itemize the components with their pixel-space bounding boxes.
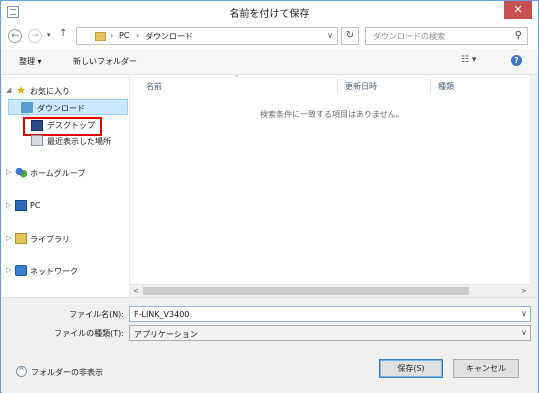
forward-arrow-icon[interactable]: →: [28, 29, 42, 43]
folder-icon: [95, 32, 106, 41]
breadcrumb-separator[interactable]: ›: [136, 31, 139, 40]
scrollbar-thumb[interactable]: [143, 287, 469, 295]
up-arrow-icon[interactable]: ↑: [59, 28, 67, 39]
search-placeholder: ダウンロードの検索: [373, 32, 445, 41]
sidebar-item-label: ネットワーク: [30, 267, 78, 276]
sidebar-item-pc[interactable]: ▷ PC: [2, 198, 129, 214]
search-icon[interactable]: ⚲: [515, 30, 522, 41]
organize-button[interactable]: 整理 ▾: [19, 56, 42, 67]
chevron-up-icon: ^: [16, 366, 27, 377]
horizontal-scrollbar[interactable]: < >: [129, 284, 530, 297]
address-bar[interactable]: › PC › ダウンロード ∨: [76, 27, 338, 45]
filetype-label: ファイルの種類(T):: [54, 329, 124, 338]
hide-folders-label: フォルダーの非表示: [31, 368, 103, 377]
filetype-value: アプリケーション: [134, 330, 198, 339]
cancel-button[interactable]: キャンセル: [453, 359, 519, 378]
sidebar-item-label: ホームグループ: [30, 169, 86, 178]
filetype-select[interactable]: アプリケーション ∨: [129, 325, 531, 341]
column-header-type[interactable]: 種類: [438, 81, 454, 92]
sidebar-item-downloads[interactable]: ダウンロード: [8, 99, 128, 115]
sidebar-item-label: ライブラリ: [30, 235, 70, 244]
back-arrow-icon[interactable]: ←: [8, 29, 22, 43]
scroll-right-icon[interactable]: >: [521, 287, 527, 295]
sidebar-item-label: PC: [30, 201, 41, 210]
filename-label: ファイル名(N):: [69, 310, 124, 319]
save-options-panel: ファイル名(N): F-LINK_V3400 ∨ ファイルの種類(T): アプリ…: [2, 297, 538, 393]
expand-arrow-icon[interactable]: ▷: [6, 201, 11, 209]
column-header-modified[interactable]: 更新日時: [345, 81, 377, 92]
close-button[interactable]: ✕: [504, 1, 532, 19]
save-as-dialog: 名前を付けて保存 ✕ ← → ▾ ↑ › PC › ダウンロード ∨ ↻ ダウン…: [0, 0, 539, 393]
collapse-arrow-icon[interactable]: ◢: [6, 86, 11, 94]
breadcrumb-downloads[interactable]: ダウンロード: [145, 31, 193, 42]
breadcrumb-pc[interactable]: PC: [119, 31, 129, 40]
homegroup-icon: [15, 167, 27, 178]
recent-locations-dropdown-icon[interactable]: ▾: [47, 31, 51, 39]
search-input[interactable]: ダウンロードの検索 ⚲: [365, 27, 528, 45]
column-header-name[interactable]: 名前: [146, 81, 162, 92]
empty-results-message: 検索条件に一致する項目はありません。: [260, 110, 404, 119]
sidebar-item-network[interactable]: ▷ ネットワーク: [2, 263, 129, 279]
filetype-dropdown-icon[interactable]: ∨: [521, 328, 527, 337]
view-options-icon[interactable]: ☷ ▾: [461, 55, 476, 65]
download-folder-icon: [21, 102, 33, 113]
scroll-left-icon[interactable]: <: [133, 287, 139, 295]
sidebar-item-recent-places[interactable]: 最近表示した場所: [2, 133, 129, 149]
breadcrumb-separator[interactable]: ›: [110, 31, 113, 40]
network-icon: [15, 265, 27, 276]
sidebar-item-label: お気に入り: [30, 87, 70, 96]
column-divider[interactable]: [337, 79, 338, 93]
file-list-pane: ^ 名前 更新日時 種類 検索条件に一致する項目はありません。: [129, 75, 530, 297]
sort-indicator-icon: ^: [234, 75, 240, 82]
recent-places-icon: [31, 135, 43, 146]
dialog-title: 名前を付けて保存: [229, 9, 310, 20]
title-bar: 名前を付けて保存 ✕: [1, 1, 538, 23]
library-icon: [15, 233, 27, 244]
expand-arrow-icon[interactable]: ▷: [6, 168, 11, 176]
expand-arrow-icon[interactable]: ▷: [6, 266, 11, 274]
column-divider[interactable]: [430, 79, 431, 93]
expand-arrow-icon[interactable]: ▷: [6, 234, 11, 242]
command-toolbar: 整理 ▾ 新しいフォルダー ☷ ▾ ?: [1, 49, 538, 75]
refresh-icon[interactable]: ↻: [341, 27, 359, 45]
new-folder-button[interactable]: 新しいフォルダー: [73, 56, 137, 67]
sidebar-item-homegroup[interactable]: ▷ ホームグループ: [2, 165, 129, 181]
sidebar-item-favorites[interactable]: ◢ ★ お気に入り: [2, 83, 129, 99]
filename-dropdown-icon[interactable]: ∨: [521, 309, 527, 318]
address-dropdown-icon[interactable]: ∨: [327, 31, 333, 40]
sidebar-item-label: 最近表示した場所: [47, 137, 111, 146]
navigation-pane: ◢ ★ お気に入り ダウンロード デスクトップ 最近表示した場所 ▷ ホームグル…: [2, 75, 129, 297]
filename-field[interactable]: F-LINK_V3400 ∨: [129, 306, 531, 322]
star-icon: ★: [16, 84, 26, 97]
computer-icon: [15, 200, 27, 211]
help-icon[interactable]: ?: [511, 55, 522, 66]
navigation-bar: ← → ▾ ↑ › PC › ダウンロード ∨ ↻ ダウンロードの検索 ⚲: [1, 23, 538, 49]
sidebar-item-libraries[interactable]: ▷ ライブラリ: [2, 231, 129, 247]
save-button[interactable]: 保存(S): [379, 359, 443, 378]
sidebar-item-label: ダウンロード: [37, 104, 85, 113]
filename-value: F-LINK_V3400: [134, 310, 190, 319]
